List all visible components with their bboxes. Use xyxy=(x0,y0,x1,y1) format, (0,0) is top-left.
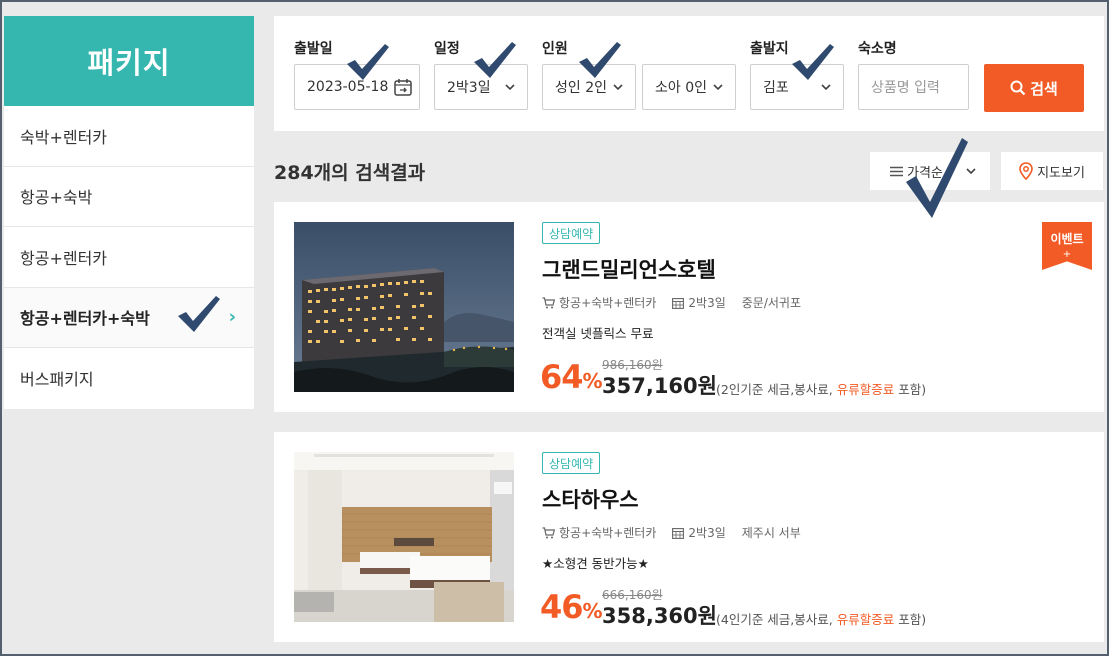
sale-price: 358,360원 xyxy=(602,604,717,628)
hotel-photo[interactable] xyxy=(294,452,514,622)
trip-duration: 2박3일 xyxy=(688,526,726,540)
search-button-label: 검색 xyxy=(1030,80,1058,98)
sale-price: 357,160원 xyxy=(602,374,717,398)
product-description: 전객실 넷플릭스 무료 xyxy=(542,326,654,341)
hotel-name-input[interactable]: 상품명 입력 xyxy=(858,64,969,110)
discount-number: 64 xyxy=(540,358,584,396)
result-count: 284개의 검색결과 xyxy=(274,162,426,184)
event-ribbon: 이벤트 + xyxy=(1042,222,1092,270)
fuel-surcharge-text: 유류할증료 xyxy=(836,382,895,397)
chevron-down-icon xyxy=(613,84,623,91)
search-icon xyxy=(1010,80,1026,96)
price-note-text: (2인기준 세금,봉사료, xyxy=(716,382,837,397)
price-note-text: (4인기준 세금,봉사료, xyxy=(716,612,837,627)
calendar-icon xyxy=(672,297,685,309)
chevron-down-icon xyxy=(713,84,723,91)
product-card[interactable]: 상담예약 그랜드밀리언스호텔 항공+숙박+렌터카 2박3일 중문/서귀포 전객실… xyxy=(274,202,1104,412)
sidebar-item-air-car[interactable]: 항공+렌터카 xyxy=(4,227,254,288)
map-view-button[interactable]: 지도보기 xyxy=(1001,152,1103,190)
price-note: (4인기준 세금,봉사료, 유류할증료 포함) xyxy=(716,609,926,628)
discount-percent-sign: % xyxy=(582,599,603,623)
sidebar-item-stay-car[interactable]: 숙박+렌터카 xyxy=(4,106,254,167)
sidebar-item-label: 버스패키지 xyxy=(20,370,94,390)
discount-percent-sign: % xyxy=(582,369,603,393)
list-icon xyxy=(890,166,903,176)
hotel-name[interactable]: 스타하우스 xyxy=(542,484,639,514)
check-mark-icon xyxy=(906,138,968,218)
fuel-surcharge-text: 유류할증료 xyxy=(836,612,895,627)
sidebar-item-bus-package[interactable]: 버스패키지 xyxy=(4,348,254,409)
departure-date-label: 출발일 xyxy=(294,41,333,57)
calendar-icon xyxy=(394,79,412,96)
check-mark-icon xyxy=(178,296,220,332)
event-label: 이벤트 xyxy=(1050,232,1084,246)
product-card[interactable]: 상담예약 스타하우스 항공+숙박+렌터카 2박3일 제주시 서부 ★소형견 동반… xyxy=(274,432,1104,642)
calendar-icon xyxy=(672,527,685,539)
cart-icon xyxy=(542,526,555,538)
cart-icon xyxy=(542,296,555,308)
map-pin-icon xyxy=(1019,162,1033,180)
child-count-value: 소아 0인 xyxy=(655,80,707,96)
category-sidebar: 패키지 숙박+렌터카 항공+숙박 항공+렌터카 항공+렌터카+숙박 › 버스패키… xyxy=(4,16,254,409)
people-label: 인원 xyxy=(542,41,568,57)
schedule-value: 2박3일 xyxy=(447,80,491,96)
chevron-down-icon xyxy=(821,84,831,91)
package-type: 항공+숙박+렌터카 xyxy=(559,296,657,310)
price-note: (2인기준 세금,봉사료, 유류할증료 포함) xyxy=(716,379,926,398)
area: 중문/서귀포 xyxy=(741,296,801,310)
trip-duration: 2박3일 xyxy=(688,296,726,310)
discount-rate: 64% xyxy=(540,358,603,396)
price-note-suffix: 포함) xyxy=(894,382,927,397)
hotel-name-label: 숙소명 xyxy=(858,41,897,57)
product-description: ★소형견 동반가능★ xyxy=(542,556,649,571)
sidebar-item-label: 항공+렌터카+숙박 xyxy=(20,309,150,329)
sidebar-item-label: 항공+숙박 xyxy=(20,188,93,208)
adult-count-value: 성인 2인 xyxy=(555,80,607,96)
hotel-room-image xyxy=(294,452,514,622)
sidebar-item-label: 숙박+렌터카 xyxy=(20,127,108,147)
sidebar-item-air-stay[interactable]: 항공+숙박 xyxy=(4,167,254,227)
consultation-badge: 상담예약 xyxy=(542,222,601,244)
check-mark-icon xyxy=(579,42,621,78)
search-button[interactable]: 검색 xyxy=(984,64,1084,112)
product-meta: 항공+숙박+렌터카 2박3일 제주시 서부 xyxy=(542,524,801,541)
sidebar-item-label: 항공+렌터카 xyxy=(20,248,108,268)
hotel-name[interactable]: 그랜드밀리언스호텔 xyxy=(542,254,716,284)
chevron-right-icon: › xyxy=(228,306,236,328)
chevron-down-icon xyxy=(505,84,515,91)
hotel-name-placeholder: 상품명 입력 xyxy=(871,80,940,96)
schedule-label: 일정 xyxy=(434,41,460,57)
origin-label: 출발지 xyxy=(750,41,789,57)
map-view-label: 지도보기 xyxy=(1037,165,1085,181)
sidebar-title: 패키지 xyxy=(4,16,254,106)
check-mark-icon xyxy=(792,44,834,80)
area: 제주시 서부 xyxy=(741,526,801,540)
product-meta: 항공+숙박+렌터카 2박3일 중문/서귀포 xyxy=(542,294,801,311)
check-mark-icon xyxy=(347,44,389,80)
event-plus: + xyxy=(1062,249,1072,260)
hotel-photo[interactable] xyxy=(294,222,514,392)
origin-value: 김포 xyxy=(763,80,789,96)
discount-number: 46 xyxy=(540,588,584,626)
check-mark-icon xyxy=(474,42,516,78)
discount-rate: 46% xyxy=(540,588,603,626)
hotel-building-image xyxy=(294,222,514,392)
consultation-badge: 상담예약 xyxy=(542,452,601,474)
package-type: 항공+숙박+렌터카 xyxy=(559,526,657,540)
search-panel: 출발일 2023-05-18 일정 2박3일 인원 성인 2인 소아 0인 출발… xyxy=(274,16,1104,131)
child-count-select[interactable]: 소아 0인 xyxy=(642,64,736,110)
price-note-suffix: 포함) xyxy=(894,612,927,627)
